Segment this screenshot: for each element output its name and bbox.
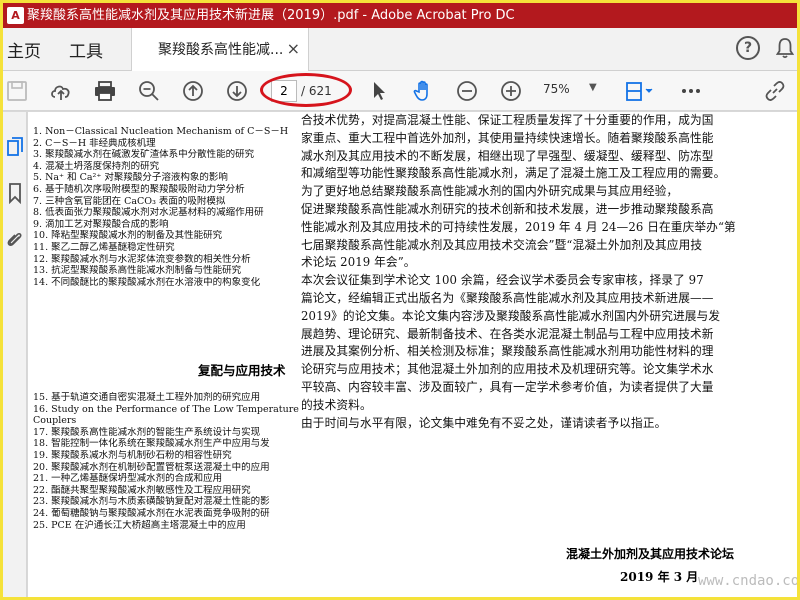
preface-line: 减水剂及其应用技术的不断发展，相继出现了早强型、缓凝型、缓释型、防冻型 [301, 148, 714, 163]
preface-line: 促进聚羧酸系高性能减水剂研究的技术创新和技术发展，进一步推动聚羧酸系高 [301, 201, 714, 216]
upload-cloud-icon[interactable] [49, 79, 73, 103]
preface-line: 由于时间与水平有限，论文集中难免有不妥之处，谨请读者予以指正。 [301, 415, 667, 430]
toc-item[interactable]: 9. 滴加工艺对聚羧酸合成的影响 [33, 219, 301, 231]
zoom-out-icon[interactable] [455, 79, 479, 103]
preface-line: 本次会议征集到学术论文 100 余篇，经会议学术委员会专家审核，择录了 97 [301, 273, 704, 288]
zoom-level-value: 75% [543, 82, 570, 96]
zoom-in-icon[interactable] [499, 79, 523, 103]
document-page[interactable]: 1. Non－Classical Nucleation Mechanism of… [28, 112, 797, 597]
toc-item[interactable]: 16. Study on the Performance of The Low … [33, 404, 301, 416]
preface-line: 论研究与应用技术；其他混凝土外加剂的应用技术及机理研究等。论文集学术水 [301, 362, 714, 377]
chevron-down-icon: ▼ [589, 82, 597, 93]
preface-line: 展趋势、理论研究、最新制备技术、在各类水泥混凝土制品与工程中应用技术新 [301, 326, 714, 341]
toc-item[interactable]: 8. 低表面张力聚羧酸减水剂对水泥基材料的减缩作用研 [33, 207, 301, 219]
toc-item[interactable]: 13. 抗泥型聚羧酸系高性能减水剂制备与性能研究 [33, 265, 301, 277]
toc-item[interactable]: 25. PCE 在沪通长江大桥超高主塔混凝土中的应用 [33, 520, 301, 532]
preface-line: 和减缩型等功能性聚羧酸系高性能减水剂，满足了混凝土施工及工程应用的需要。 [301, 166, 726, 181]
toc-item[interactable]: Couplers [33, 415, 301, 427]
zoom-level-dropdown[interactable]: 75% ▼ [543, 82, 603, 100]
close-tab-icon[interactable]: × [287, 39, 300, 58]
zoom-out-magnifier-icon[interactable] [137, 79, 161, 103]
menu-home[interactable]: 主页 [7, 37, 41, 62]
table-of-contents-part1: 1. Non－Classical Nucleation Mechanism of… [33, 126, 301, 288]
toc-item[interactable]: 22. 酯醚共聚型聚羧酸减水剂敏感性及工程应用研究 [33, 485, 301, 497]
toc-item[interactable]: 11. 聚乙二醇乙烯基醚稳定性研究 [33, 242, 301, 254]
toc-item[interactable]: 2. C－S－H 非经典成核机理 [33, 138, 301, 150]
toc-item[interactable]: 7. 三种含氧官能团在 CaCO₃ 表面的吸附模拟 [33, 196, 301, 208]
toc-item[interactable]: 17. 聚羧酸系高性能减水剂的智能生产系统设计与实现 [33, 427, 301, 439]
hand-tool-icon[interactable] [411, 79, 435, 103]
print-icon[interactable] [93, 79, 117, 103]
preface-line: 为了更好地总结聚羧酸系高性能减水剂的国内外研究成果与其应用经验， [301, 184, 679, 199]
preface-line: 术论坛 2019 年会”。 [301, 255, 416, 270]
bell-icon[interactable] [776, 37, 794, 59]
toc-item[interactable]: 5. Na⁺ 和 Ca²⁺ 对聚羧酸分子溶液构象的影响 [33, 172, 301, 184]
document-tab-label: 聚羧酸系高性能减... [158, 42, 284, 58]
preface-line: 2019》的论文集。本论文集内容涉及聚羧酸系高性能减水剂国内外研究进展与发 [301, 308, 721, 323]
toc-item[interactable]: 12. 聚羧酸减水剂与水泥浆体流变参数的相关性分析 [33, 254, 301, 266]
app-window: A 聚羧酸系高性能减水剂及其应用技术新进展（2019）.pdf - Adobe … [0, 0, 800, 600]
link-icon[interactable] [763, 79, 787, 103]
preface-line: 家重点、重大工程中首选外加剂，其使用量持续快速增长。随着聚羧酸系高性能 [301, 130, 714, 145]
toc-item[interactable]: 14. 不同酸醚比的聚羧酸减水剂在水溶液中的构象变化 [33, 277, 301, 289]
preface-signature: 混凝土外加剂及其应用技术论坛 [566, 547, 735, 561]
toc-item[interactable]: 19. 聚羧酸系减水剂与机制砂石粉的相容性研究 [33, 450, 301, 462]
preface-line: 平较高、内容较丰富、涉及面较广，具有一定学术参考价值，为读者提供了大量 [301, 379, 714, 394]
menu-tools[interactable]: 工具 [69, 37, 103, 62]
toc-item[interactable]: 10. 降粘型聚羧酸减水剂的制备及其性能研究 [33, 230, 301, 242]
toc-item[interactable]: 24. 葡萄糖酸钠与聚羧酸减水剂在水泥表面竞争吸附的研 [33, 508, 301, 520]
bookmark-icon[interactable] [6, 182, 24, 204]
red-annotation-oval [260, 73, 352, 107]
toc-item[interactable]: 15. 基于轨道交通自密实混凝土工程外加剂的研究应用 [33, 392, 301, 404]
save-icon[interactable] [5, 79, 29, 103]
attachment-paperclip-icon[interactable] [6, 228, 24, 250]
toc-item[interactable]: 6. 基于随机次序吸附模型的聚羧酸吸附动力学分析 [33, 184, 301, 196]
preface-text: 合技术优势，对提高混凝土性能、保证工程质量发挥了十分重要的作用，成为国 家重点、… [301, 112, 781, 432]
select-cursor-icon[interactable] [367, 79, 391, 103]
preface-line: 性能减水剂及其应用技术的可持续性发展，2019 年 4 月 24—26 日在重庆… [301, 219, 736, 234]
next-page-icon[interactable] [225, 79, 249, 103]
previous-page-icon[interactable] [181, 79, 205, 103]
preface-line: 进展及其案例分析、相关检测及标准；聚羧酸系高性能减水剂用功能性材料的理 [301, 344, 714, 359]
page-thumbnails-icon[interactable] [6, 136, 24, 158]
toc-item[interactable]: 23. 聚羧酸减水剂与木质素磺酸钠复配对混凝土性能的影 [33, 496, 301, 508]
tab-bar: 主页 工具 聚羧酸系高性能减... × ? [3, 28, 797, 71]
more-options-icon[interactable] [679, 79, 703, 103]
preface-line: 的技术资料。 [301, 397, 372, 412]
toc-item[interactable]: 3. 聚羧酸减水剂在碱激发矿渣体系中分散性能的研究 [33, 149, 301, 161]
toolbar: / 621 75% ▼ [3, 71, 797, 111]
toc-item[interactable]: 1. Non－Classical Nucleation Mechanism of… [33, 126, 301, 138]
toc-item[interactable]: 4. 混凝土坍落度保持剂的研究 [33, 161, 301, 173]
window-title: 聚羧酸系高性能减水剂及其应用技术新进展（2019）.pdf - Adobe Ac… [27, 8, 515, 23]
title-bar: A 聚羧酸系高性能减水剂及其应用技术新进展（2019）.pdf - Adobe … [3, 3, 797, 28]
preface-line: 篇论文，经编辑正式出版名为《聚羧酸系高性能减水剂及其应用技术新进展—— [301, 290, 714, 305]
page-display-icon[interactable] [623, 79, 657, 103]
help-icon[interactable]: ? [736, 36, 760, 60]
toc-item[interactable]: 20. 聚羧酸减水剂在机制砂配置管桩泵送混凝土中的应用 [33, 462, 301, 474]
toc-section-heading: 复配与应用技术 [198, 363, 286, 378]
preface-line: 七届聚羧酸系高性能减水剂及其应用技术交流会”暨“混凝土外加剂及其应用技 [301, 237, 703, 252]
preface-line: 合技术优势，对提高混凝土性能、保证工程质量发挥了十分重要的作用，成为国 [301, 113, 714, 127]
acrobat-logo-icon: A [7, 7, 24, 24]
preface-date: 2019 年 3 月 [620, 570, 699, 584]
document-tab[interactable]: 聚羧酸系高性能减... × [131, 28, 309, 71]
left-navigation-rail [3, 112, 27, 597]
toc-item[interactable]: 21. 一种乙烯基醚保坍型减水剂的合成和应用 [33, 473, 301, 485]
watermark: www.cndao.com [698, 573, 797, 589]
table-of-contents-part2: 15. 基于轨道交通自密实混凝土工程外加剂的研究应用 16. Study on … [33, 392, 301, 531]
toc-item[interactable]: 18. 智能控制一体化系统在聚羧酸减水剂生产中应用与发 [33, 438, 301, 450]
